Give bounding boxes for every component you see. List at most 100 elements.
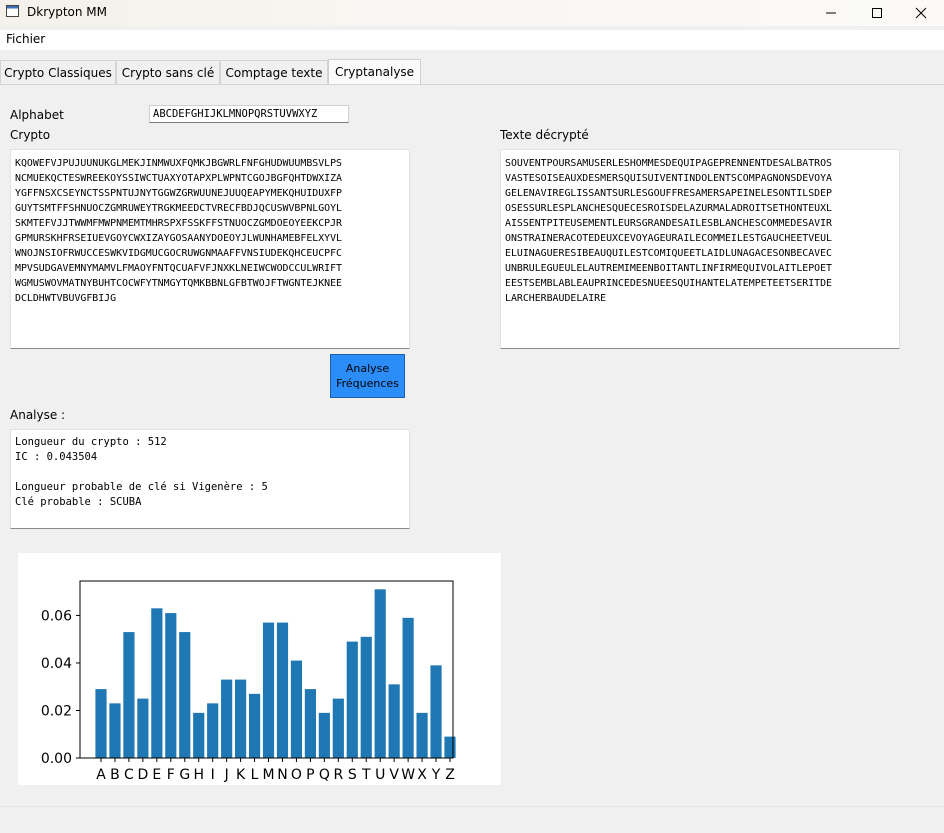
crypto-text-line: GUYTSMTFFSHNUOCZGMRUWEYTRGKMEEDCTVRECFBD…	[15, 203, 342, 214]
x-tick-label: G	[179, 767, 190, 783]
status-bar	[0, 806, 944, 833]
minimize-button[interactable]	[808, 0, 854, 26]
decrypted-text-line: ONSTRAINERACOTEDEUXCEVOYAGEURAILECOMMEIL…	[505, 233, 832, 244]
tab-bar: Crypto Classiques Crypto sans clé Compta…	[0, 59, 944, 85]
x-tick-label: Q	[319, 767, 330, 783]
decrypted-text-line: SOUVENTPOURSAMUSERLESHOMMESDEQUIPAGEPREN…	[505, 158, 832, 169]
menu-bar: Fichier	[0, 30, 944, 50]
chart-bar	[151, 608, 163, 758]
maximize-button[interactable]	[854, 0, 900, 26]
chart-bar	[304, 689, 316, 758]
x-tick-label: A	[96, 767, 106, 783]
analyse-frequences-button[interactable]: Analyse Fréquences	[330, 354, 405, 398]
chart-bar	[123, 632, 135, 758]
x-tick-label: S	[348, 767, 357, 783]
chart-bar	[332, 698, 344, 758]
y-tick-label: 0.06	[41, 608, 72, 624]
x-tick-label: R	[333, 767, 343, 783]
decrypted-text-line: GELENAVIREGLISSANTSURLESGOUFFRESAMERSAPE…	[505, 188, 832, 199]
x-tick-label: B	[110, 767, 120, 783]
title-bar: Dkrypton MM	[0, 0, 944, 26]
x-tick-label: X	[417, 767, 427, 783]
decrypted-text-line: OSESSURLESPLANCHESQUECESROISDELAZURMALAD…	[505, 203, 832, 214]
x-tick-label: J	[224, 767, 229, 783]
analysis-line-ic: IC : 0.043504	[15, 451, 98, 463]
close-button[interactable]	[898, 0, 944, 26]
alphabet-input[interactable]: ABCDEFGHIJKLMNOPQRSTUVWXYZ	[149, 105, 349, 123]
chart-bar	[193, 712, 205, 758]
chart-bar	[444, 736, 456, 758]
x-tick-label: O	[291, 767, 302, 783]
chart-bar	[290, 660, 303, 758]
tab-crypto-classiques[interactable]: Crypto Classiques	[0, 60, 116, 84]
x-tick-label: N	[277, 767, 287, 783]
x-tick-label: Z	[445, 767, 455, 783]
chart-bar	[346, 641, 358, 758]
decrypted-label: Texte décrypté	[500, 128, 589, 142]
chart-bar	[360, 636, 372, 758]
x-tick-label: V	[389, 767, 399, 783]
chart-bar	[109, 703, 121, 758]
crypto-textarea[interactable]: KQOWEFVJPUJUUNUKGLMEKJINMWUXFQMKJBGWRLFN…	[10, 149, 410, 349]
tab-cryptanalyse[interactable]: Cryptanalyse	[328, 59, 421, 85]
crypto-text-line: YGFFNSXCSEYNCTSSPNTUJNYTGGWZGRWUUNEJUUQE…	[15, 188, 342, 199]
chart-bar	[165, 613, 177, 758]
decrypted-text-line: AISSENTPITEUSEMENTLEURSGRANDESAILESBLANC…	[505, 218, 832, 229]
crypto-text-line: WNOJNSIOFRWUCCESWKVIDGMUCGOCRUWGNMAAFFVN…	[15, 248, 342, 259]
decrypted-textarea[interactable]: SOUVENTPOURSAMUSERLESHOMMESDEQUIPAGEPREN…	[500, 149, 900, 349]
chart-bar	[416, 712, 428, 758]
y-tick-label: 0.04	[41, 656, 72, 672]
x-tick-label: T	[361, 767, 371, 783]
crypto-text-line: DCLDHWTVBUVGFBIJG	[15, 293, 117, 304]
y-tick-label: 0.02	[41, 703, 72, 719]
crypto-label: Crypto	[10, 128, 51, 142]
x-tick-label: C	[124, 767, 134, 783]
chart-bar	[207, 703, 219, 758]
chart-bar	[221, 679, 233, 758]
crypto-text-line: MPVSUDGAVEMNYMAMVLFMAOYFNTQCUAFVFJNXKLNE…	[15, 263, 342, 274]
frequency-chart-svg: 0.00 0.02 0.04 0.06 A B C D E F G H I J K L M N O P Q R S T U V W X…	[41, 580, 456, 783]
x-tick-label: K	[236, 767, 246, 783]
analysis-line-blank	[15, 465, 405, 480]
decrypted-text-line: ELUINAGUERESIBEAUQUILESTCOMIQUEETLAIDLUN…	[505, 248, 832, 259]
crypto-text-line: NCMUEKQCTESWREEKOYSSIWCTUAXYOTAPXPLWPNTC…	[15, 173, 342, 184]
chart-bar	[430, 665, 442, 758]
x-tick-label: M	[262, 767, 274, 783]
decrypted-text-line: VASTESOISEAUXDESMERSQUISUIVENTINDOLENTSC…	[505, 173, 832, 184]
decrypted-text-line: LARCHERBAUDELAIRE	[505, 293, 607, 304]
chart-bar	[276, 622, 289, 758]
x-tick-label: W	[401, 767, 415, 783]
tab-comptage-texte[interactable]: Comptage texte	[220, 60, 328, 84]
tab-divider	[0, 84, 944, 85]
chart-bar	[179, 632, 191, 758]
analysis-output[interactable]: Longueur du crypto : 512 IC : 0.043504 L…	[10, 429, 410, 529]
analyse-button-label-line2: Fréquences	[336, 377, 399, 390]
decrypted-text-line: UNBRULEGUEULELAUTREMIMEENBOITANTLINFIRME…	[505, 263, 832, 274]
analysis-line-key: Clé probable : SCUBA	[15, 496, 142, 508]
x-tick-label: I	[211, 767, 215, 783]
menu-file[interactable]: Fichier	[6, 32, 45, 46]
window-title: Dkrypton MM	[27, 5, 108, 19]
crypto-text-line: KQOWEFVJPUJUUNUKGLMEKJINMWUXFQMKJBGWRLFN…	[15, 158, 342, 169]
x-tick-label: E	[152, 767, 161, 783]
maximize-icon	[872, 8, 882, 18]
x-tick-label: Y	[431, 767, 441, 783]
frequency-chart: 0.00 0.02 0.04 0.06 A B C D E F G H I J K L M N O P Q R S T U V W X…	[18, 553, 501, 785]
tab-crypto-sans-cle[interactable]: Crypto sans clé	[116, 60, 220, 84]
x-tick-label: D	[137, 767, 148, 783]
chart-bar	[318, 712, 330, 758]
close-icon	[915, 7, 927, 19]
decrypted-text-line: EESTSEMBLABLEAUPRINCEDESNUEESQUIHANTELAT…	[505, 278, 832, 289]
x-tick-label: U	[375, 767, 385, 783]
chart-bar	[402, 617, 414, 758]
chart-bar	[248, 693, 261, 758]
crypto-text-line: SKMTEFVJJTWWMFMWPNMEMTMHRSPXFSSKFFSTNUOC…	[15, 218, 342, 229]
minimize-icon	[826, 12, 836, 14]
crypto-text-line: WGMUSWOVMATNYBUHTCOCWFYTNMGYTQMKBBNLGFBT…	[15, 278, 342, 289]
chart-bar	[235, 679, 247, 758]
x-tick-label: H	[193, 767, 204, 783]
analyse-label: Analyse :	[10, 408, 66, 422]
alphabet-label: Alphabet	[10, 108, 64, 122]
chart-bar	[374, 589, 386, 758]
chart-bar	[95, 689, 107, 758]
